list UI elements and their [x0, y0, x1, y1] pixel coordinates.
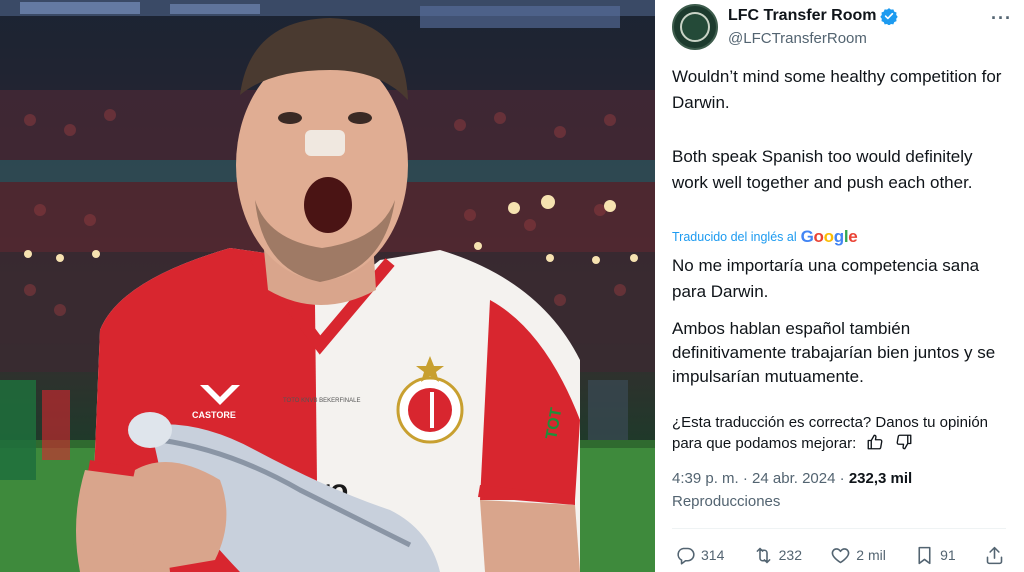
- tweet-panel: LFC Transfer Room @LFCTransferRoom ··· W…: [655, 0, 1024, 572]
- tweet-header: LFC Transfer Room @LFCTransferRoom ···: [672, 4, 1012, 52]
- retweet-button[interactable]: 232: [753, 545, 802, 566]
- share-button[interactable]: [984, 545, 1005, 566]
- share-icon: [986, 546, 1003, 564]
- like-button[interactable]: 2 mil: [830, 545, 886, 566]
- translated-label: Traducido del inglés al: [672, 230, 797, 244]
- like-count: 2 mil: [856, 547, 886, 563]
- embroidery-text: TOTO KNVB BEKERFINALE: [283, 398, 360, 404]
- retweet-icon: [756, 547, 771, 563]
- bookmark-count: 91: [940, 547, 956, 563]
- tweet-text-original-2: Both speak Spanish too would definitely …: [672, 147, 973, 192]
- more-options-icon[interactable]: ···: [991, 8, 1012, 29]
- display-name[interactable]: LFC Transfer Room: [728, 7, 876, 25]
- tweet-photo[interactable]: CASTORE TOTO KNVB BEKERFINALE uro TOT: [0, 0, 655, 572]
- divider: [672, 528, 1006, 529]
- reply-button[interactable]: 314: [675, 545, 724, 566]
- views-count: 232,3 mil: [848, 470, 913, 487]
- tweet-text-translated-2: Ambos hablan español también definitivam…: [672, 319, 996, 386]
- tweet-text-original-1: Wouldn’t mind some healthy competition f…: [672, 67, 1002, 112]
- tweet-date[interactable]: 24 abr. 2024: [752, 470, 835, 487]
- verified-badge-icon: [880, 8, 899, 25]
- meta-separator-2: ·: [839, 470, 845, 487]
- avatar[interactable]: [672, 4, 718, 50]
- translated-by-google[interactable]: Traducido del inglés al Google: [672, 227, 858, 247]
- translation-feedback: ¿Esta traducción es correcta? Danos tu o…: [672, 412, 1002, 454]
- name-row[interactable]: LFC Transfer Room: [728, 7, 899, 25]
- bookmark-button[interactable]: 91: [914, 545, 956, 566]
- thumbs-down-icon[interactable]: [895, 433, 913, 451]
- heart-icon: [831, 547, 850, 563]
- reply-icon: [677, 547, 695, 565]
- tweet-actions: 314 232 2 mil 91: [675, 542, 1005, 568]
- views-label: Reproducciones: [672, 493, 781, 510]
- shirt-sponsor-text: CASTORE: [192, 410, 236, 420]
- avatar-crest-icon: [680, 12, 710, 42]
- tweet-time[interactable]: 4:39 p. m.: [672, 470, 739, 487]
- handle[interactable]: @LFCTransferRoom: [728, 30, 867, 47]
- retweet-count: 232: [778, 547, 802, 563]
- player-photo-illustration: CASTORE TOTO KNVB BEKERFINALE uro TOT: [0, 0, 655, 572]
- thumbs-up-icon[interactable]: [866, 433, 884, 451]
- bookmark-icon: [918, 546, 931, 564]
- tweet-meta: 4:39 p. m. · 24 abr. 2024 · 232,3 mil Re…: [672, 467, 1012, 513]
- google-logo: Google: [800, 227, 858, 246]
- meta-separator: ·: [742, 470, 748, 487]
- feedback-text: ¿Esta traducción es correcta? Danos tu o…: [672, 414, 989, 452]
- reply-count: 314: [701, 547, 725, 563]
- tweet-text-translated-1: No me importaría una competencia sana pa…: [672, 256, 980, 301]
